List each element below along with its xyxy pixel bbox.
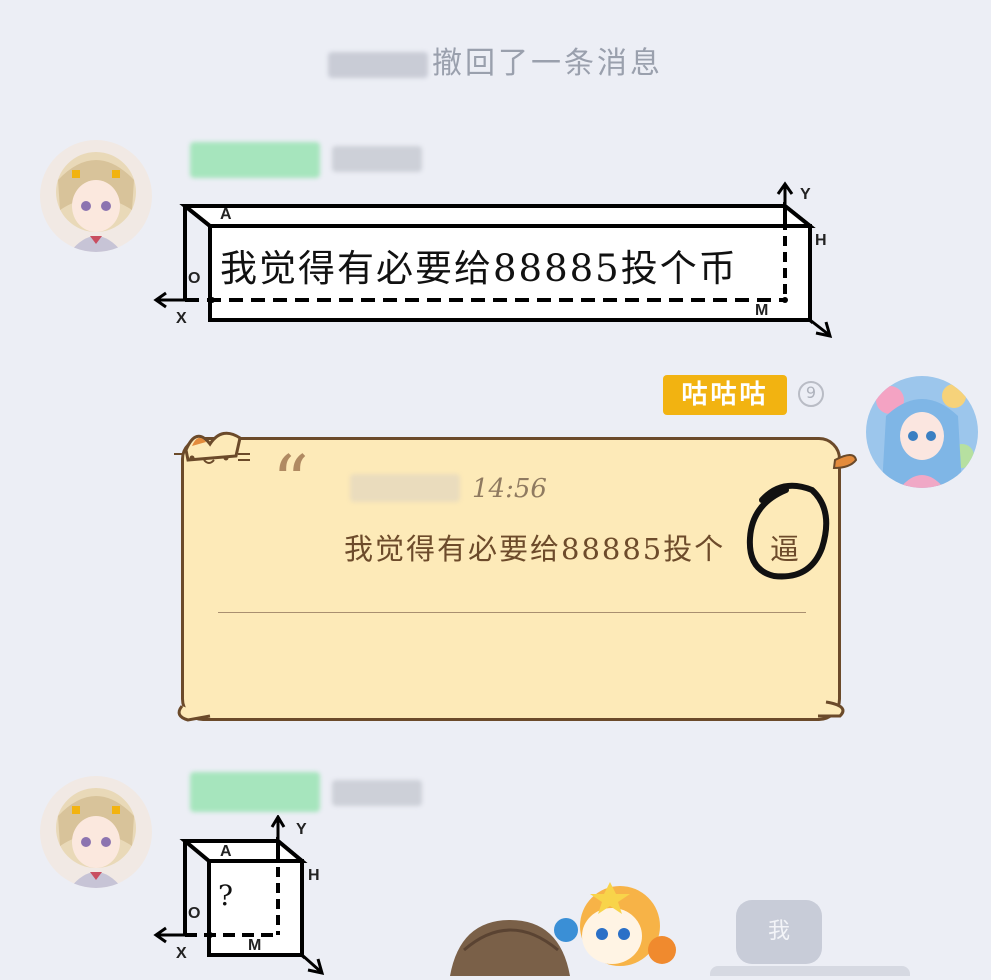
- diagram-label-m: M: [248, 937, 262, 954]
- diagram-label-y: Y: [296, 821, 307, 838]
- diagram-label-x: X: [176, 310, 187, 327]
- recalled-user-name-blurred: [328, 51, 428, 78]
- recall-notice-text: 撤回了一条消息: [432, 46, 663, 81]
- avatar-right-user[interactable]: [866, 376, 978, 488]
- anime-girl-avatar-icon: [40, 140, 152, 252]
- diagram-label-o: O: [188, 270, 201, 287]
- sender-time-blurred: [332, 146, 422, 172]
- diagram-label-x: X: [176, 945, 187, 962]
- sender-time-blurred: [332, 780, 422, 806]
- diagram-label-h: H: [308, 867, 320, 884]
- sender-level-badge: 9: [798, 381, 824, 407]
- sender-name-blurred: [190, 772, 320, 812]
- diagram-label-y: Y: [800, 186, 811, 203]
- sender-title-badge: 咕咕咕: [663, 375, 787, 415]
- partial-bubble-edge: [710, 966, 910, 976]
- cat-bubble-decoration-icon: [174, 431, 858, 722]
- diagram-label-a: A: [220, 843, 232, 860]
- diagram-label-o: O: [188, 905, 201, 922]
- box-diagram-message[interactable]: A O X Y H M 我觉得有必要给88885投个币: [150, 180, 840, 350]
- anime-girl-avatar-icon: [40, 776, 152, 888]
- sender-name-blurred: [190, 142, 320, 178]
- recall-notice: 撤回了一条消息: [0, 38, 991, 82]
- partial-message-bubble[interactable]: 我: [736, 900, 822, 964]
- diagram-label-h: H: [815, 232, 827, 249]
- cube-diagram-message[interactable]: A O X Y H M ?: [150, 814, 340, 976]
- message-text: 我觉得有必要给88885投个币: [220, 247, 738, 290]
- diagram-label-m: M: [755, 302, 769, 319]
- avatar-left-user[interactable]: [40, 776, 152, 888]
- sticker-characters-icon: [450, 882, 676, 976]
- message-text: ?: [218, 879, 234, 912]
- avatar-left-user[interactable]: [40, 140, 152, 252]
- diagram-label-a: A: [220, 206, 232, 223]
- anime-girl-avatar-icon: [866, 376, 978, 488]
